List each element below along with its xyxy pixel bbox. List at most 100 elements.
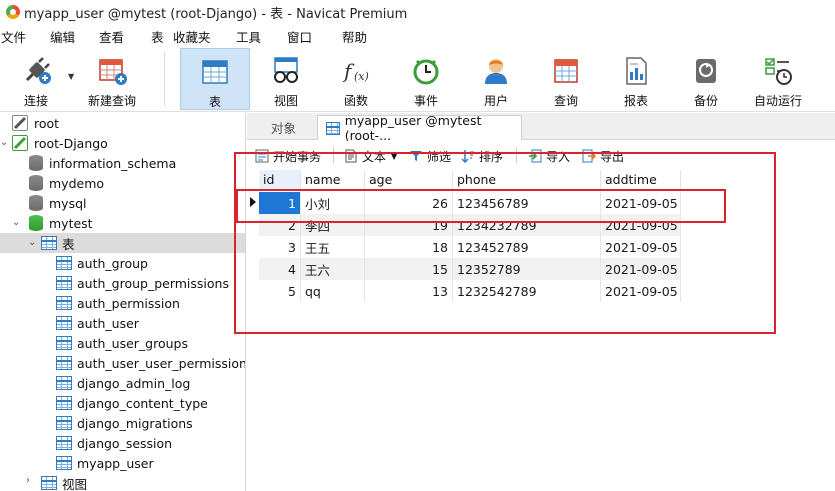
filter-icon [409, 149, 423, 163]
table-cell-name[interactable]: qq [301, 280, 365, 302]
table-cell-addtime[interactable]: 2021-09-05 2 [601, 236, 681, 258]
tree-item-table[interactable]: auth_user [0, 313, 245, 333]
table-icon [200, 57, 230, 87]
table-cell-phone[interactable]: 1234232789 [453, 214, 601, 236]
table-cell-id[interactable]: 3 [259, 236, 301, 258]
tree-item-table[interactable]: auth_user_user_permissions [0, 353, 245, 373]
table-cell-age[interactable]: 19 [365, 214, 453, 236]
column-header-id[interactable]: id [259, 170, 301, 190]
connect-dropdown-icon[interactable]: ▼ [68, 72, 74, 81]
views-label: 视图 [273, 94, 298, 108]
table-cell-phone[interactable]: 12352789 [453, 258, 601, 280]
tree-item-table[interactable]: django_session [0, 433, 245, 453]
queries-button[interactable]: 查询 [538, 48, 594, 110]
tree-item-table[interactable]: auth_permission [0, 293, 245, 313]
tree-item-root[interactable]: root [0, 113, 245, 133]
column-header-age[interactable]: age [365, 170, 453, 190]
views-button[interactable]: 视图 [258, 48, 314, 110]
tree-item-table[interactable]: auth_group_permissions [0, 273, 245, 293]
tab-objects[interactable]: 对象 [263, 115, 304, 140]
table-cell-id[interactable]: 1 [259, 192, 301, 214]
database-icon [29, 155, 43, 171]
events-button[interactable]: 事件 [398, 48, 454, 110]
export-label: 导出 [600, 149, 625, 164]
table-cell-addtime[interactable]: 2021-09-05 2 [601, 192, 681, 214]
sort-button[interactable]: 排序 [461, 147, 503, 165]
tab-myapp-user[interactable]: myapp_user @mytest (root-... [317, 113, 522, 143]
table-cell-addtime[interactable]: 2021-09-05 2 [601, 258, 681, 280]
reports-button[interactable]: 报表 [608, 48, 664, 110]
chevron-down-icon[interactable]: ⌄ [28, 238, 38, 248]
tab-bar: 对象 myapp_user @mytest (root-... [247, 113, 835, 143]
table-cell-age[interactable]: 26 [365, 192, 453, 214]
automation-button[interactable]: 自动运行 [748, 48, 808, 110]
tree-item-mydemo[interactable]: mydemo [0, 173, 245, 193]
table-icon [56, 336, 72, 350]
menu-window[interactable]: 窗口 [287, 27, 312, 46]
backup-button[interactable]: 备份 [678, 48, 734, 110]
menu-help[interactable]: 帮助 [342, 27, 367, 46]
table-icon [56, 456, 72, 470]
chevron-down-icon[interactable]: ⌄ [12, 218, 22, 228]
tree-item-table[interactable]: auth_user_groups [0, 333, 245, 353]
menu-file[interactable]: 文件 [1, 27, 26, 46]
plug-icon [21, 56, 51, 86]
text-button[interactable]: 文本 ▼ [344, 147, 397, 165]
table-cell-id[interactable]: 4 [259, 258, 301, 280]
table-cell-id[interactable]: 2 [259, 214, 301, 236]
tree-item-label: 视图 [62, 476, 88, 491]
menu-edit[interactable]: 编辑 [50, 27, 75, 46]
column-header-phone[interactable]: phone [453, 170, 601, 190]
import-button[interactable]: 导入 [528, 147, 570, 165]
menu-table[interactable]: 表 [151, 27, 164, 46]
sort-icon [461, 149, 475, 164]
tables-button[interactable]: 表 [180, 48, 250, 110]
tree-item-table[interactable]: django_admin_log [0, 373, 245, 393]
tree-item-table[interactable]: myapp_user [0, 453, 245, 473]
table-cell-age[interactable]: 13 [365, 280, 453, 302]
table-cell-id[interactable]: 5 [259, 280, 301, 302]
tree-item-table[interactable]: django_migrations [0, 413, 245, 433]
sort-label: 排序 [479, 149, 504, 164]
table-icon [56, 256, 72, 270]
toolbar-separator [164, 52, 165, 106]
functions-button[interactable]: f (x) 函数 [328, 48, 384, 110]
tree-item-information-schema[interactable]: information_schema [0, 153, 245, 173]
table-cell-name[interactable]: 李四 [301, 214, 365, 236]
chevron-down-icon[interactable]: ⌄ [0, 138, 10, 148]
tree-item-views-folder[interactable]: › 视图 [0, 473, 245, 491]
connect-button[interactable]: 连接 [8, 48, 64, 110]
table-cell-name[interactable]: 王五 [301, 236, 365, 258]
tree-item-table[interactable]: django_content_type [0, 393, 245, 413]
column-header-name[interactable]: name [301, 170, 365, 190]
menu-bar: 文件 编辑 查看 表 收藏夹 工具 窗口 帮助 [0, 24, 835, 46]
export-button[interactable]: 导出 [582, 147, 624, 165]
table-cell-name[interactable]: 王六 [301, 258, 365, 280]
table-cell-addtime[interactable]: 2021-09-05 2 [601, 280, 681, 302]
table-cell-phone[interactable]: 123456789 [453, 192, 601, 214]
menu-view[interactable]: 查看 [99, 27, 124, 46]
users-button[interactable]: 用户 [468, 48, 524, 110]
table-icon [326, 121, 340, 135]
table-cell-age[interactable]: 15 [365, 258, 453, 280]
schedule-icon [763, 56, 793, 86]
database-icon [29, 215, 43, 231]
table-cell-addtime[interactable]: 2021-09-05 2 [601, 214, 681, 236]
tree-item-tables-folder[interactable]: ⌄ 表 [0, 233, 245, 253]
new-query-button[interactable]: 新建查询 [82, 48, 142, 110]
table-cell-phone[interactable]: 1232542789 [453, 280, 601, 302]
tree-item-root-django[interactable]: ⌄ root-Django [0, 133, 245, 153]
table-cell-age[interactable]: 18 [365, 236, 453, 258]
menu-tools[interactable]: 工具 [236, 27, 261, 46]
tree-item-table[interactable]: auth_group [0, 253, 245, 273]
menu-favorites[interactable]: 收藏夹 [173, 27, 211, 46]
column-header-addtime[interactable]: addtime [601, 170, 681, 190]
begin-transaction-button[interactable]: 开始事务 [255, 147, 321, 165]
table-cell-name[interactable]: 小刘 [301, 192, 365, 214]
tree-item-mytest[interactable]: ⌄ mytest [0, 213, 245, 233]
table-cell-phone[interactable]: 123452789 [453, 236, 601, 258]
filter-button[interactable]: 筛选 [409, 147, 451, 165]
tree-item-mysql[interactable]: mysql [0, 193, 245, 213]
chevron-right-icon[interactable]: › [26, 476, 36, 486]
toolbar-separator [333, 147, 334, 163]
